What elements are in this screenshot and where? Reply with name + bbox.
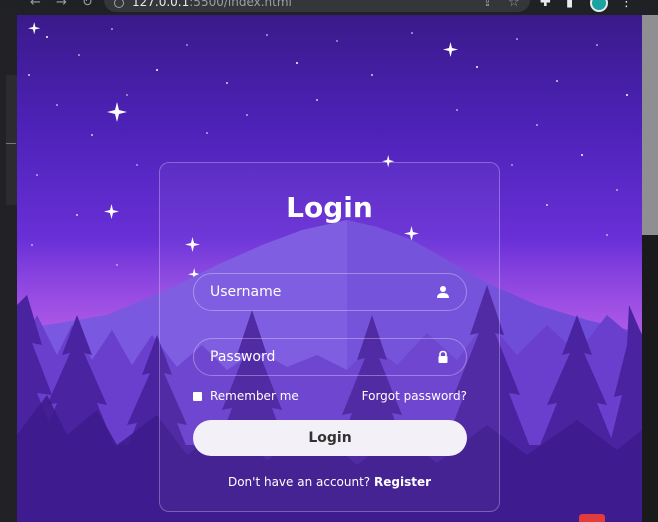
forward-arrow-icon[interactable]: → bbox=[56, 0, 67, 10]
reload-icon[interactable]: ↻ bbox=[82, 0, 93, 10]
url-text: 127.0.0.1:5500/index.html bbox=[132, 0, 292, 9]
page-viewport: Login Remember me Forgot password? Login bbox=[17, 15, 642, 522]
url-path: :5500/index.html bbox=[189, 0, 292, 9]
login-button[interactable]: Login bbox=[193, 420, 467, 456]
login-card: Login Remember me Forgot password? Login bbox=[159, 162, 500, 512]
login-options: Remember me Forgot password? bbox=[193, 389, 467, 407]
register-row: Don't have an account? Register bbox=[160, 475, 499, 489]
side-panel-icon[interactable]: ▮ bbox=[566, 0, 573, 10]
editor-left-strip bbox=[0, 15, 17, 522]
editor-indent-guide bbox=[6, 143, 16, 144]
back-arrow-icon[interactable]: ← bbox=[30, 0, 41, 10]
star-icon[interactable]: ☆ bbox=[508, 0, 520, 10]
remember-me-checkbox[interactable]: Remember me bbox=[193, 389, 299, 403]
remember-me-label: Remember me bbox=[210, 389, 299, 403]
register-link[interactable]: Register bbox=[374, 475, 431, 489]
site-info-icon[interactable] bbox=[114, 0, 124, 8]
address-bar[interactable]: 127.0.0.1:5500/index.html bbox=[104, 0, 530, 12]
user-icon bbox=[437, 286, 449, 298]
register-prompt: Don't have an account? bbox=[227, 475, 371, 489]
share-icon[interactable]: ⇪ bbox=[482, 0, 493, 10]
login-title: Login bbox=[286, 191, 373, 224]
corner-badge bbox=[579, 514, 605, 522]
username-input[interactable] bbox=[194, 274, 466, 310]
password-field[interactable] bbox=[193, 338, 467, 376]
editor-scroll-region bbox=[642, 15, 658, 235]
username-field[interactable] bbox=[193, 273, 467, 311]
extensions-icon[interactable]: ✚ bbox=[540, 0, 551, 10]
editor-right-strip bbox=[642, 15, 658, 522]
menu-kebab-icon[interactable]: ⋮ bbox=[620, 0, 633, 10]
lock-icon bbox=[438, 350, 448, 363]
checkbox-box[interactable] bbox=[193, 391, 202, 401]
forgot-password-link[interactable]: Forgot password? bbox=[362, 389, 467, 403]
url-host: 127.0.0.1 bbox=[132, 0, 190, 9]
password-input[interactable] bbox=[194, 339, 466, 375]
profile-avatar[interactable] bbox=[590, 0, 608, 12]
browser-toolbar: ← → ↻ 127.0.0.1:5500/index.html ⇪ ☆ ✚ ▮ … bbox=[0, 0, 658, 15]
editor-panel-shade bbox=[6, 75, 17, 205]
